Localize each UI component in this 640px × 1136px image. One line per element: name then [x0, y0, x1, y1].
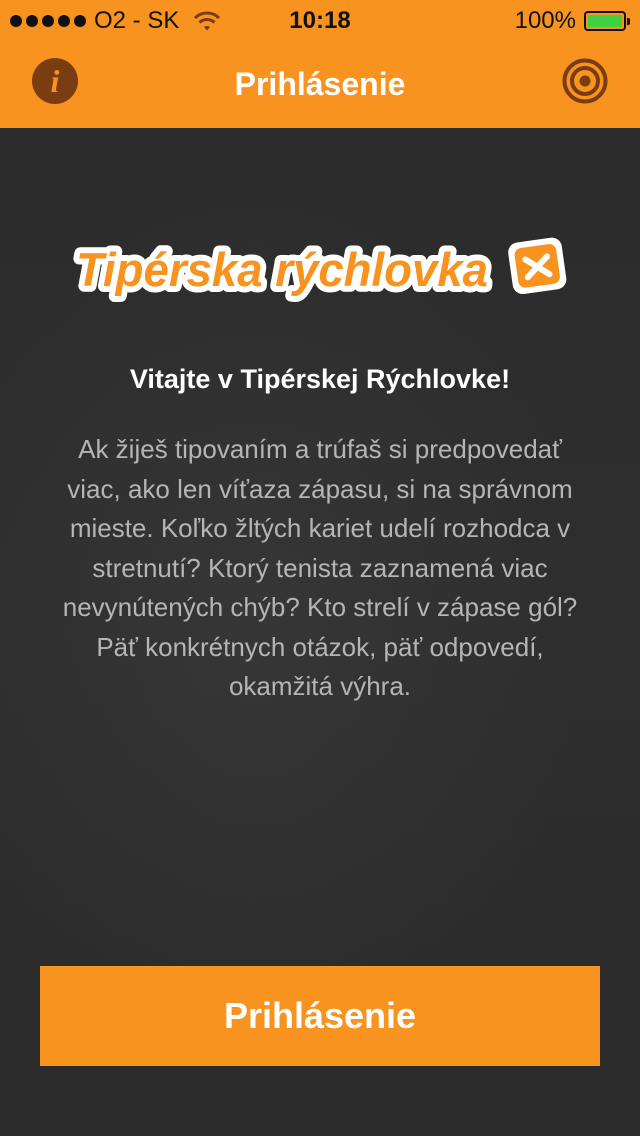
description-text: Ak žiješ tipovaním a trúfaš si predpoved… [62, 434, 578, 701]
status-right: 100% [514, 7, 630, 35]
page-title: Prihlásenie [234, 66, 406, 102]
main-content: Tipérska rýchlovka Tipérska rýchlovka Vi… [0, 128, 640, 1136]
svg-text:Tipérska rýchlovka: Tipérska rýchlovka [76, 243, 488, 296]
status-bar: O2 - SK 10:18 100% [0, 0, 640, 40]
battery-percent: 100% [514, 7, 576, 34]
welcome-heading: Vitajte v Tipérskej Rýchlovke! [129, 364, 511, 394]
header: O2 - SK 10:18 100% i Prihlásenie [0, 0, 640, 128]
nav-bar: i Prihlásenie [0, 40, 640, 128]
app-logo: Tipérska rýchlovka Tipérska rýchlovka [70, 237, 567, 302]
battery-icon [584, 11, 630, 31]
target-icon[interactable] [562, 58, 608, 104]
battery-level [588, 15, 622, 27]
check-box-icon [508, 237, 567, 295]
login-button[interactable]: Prihlásenie [40, 966, 600, 1066]
